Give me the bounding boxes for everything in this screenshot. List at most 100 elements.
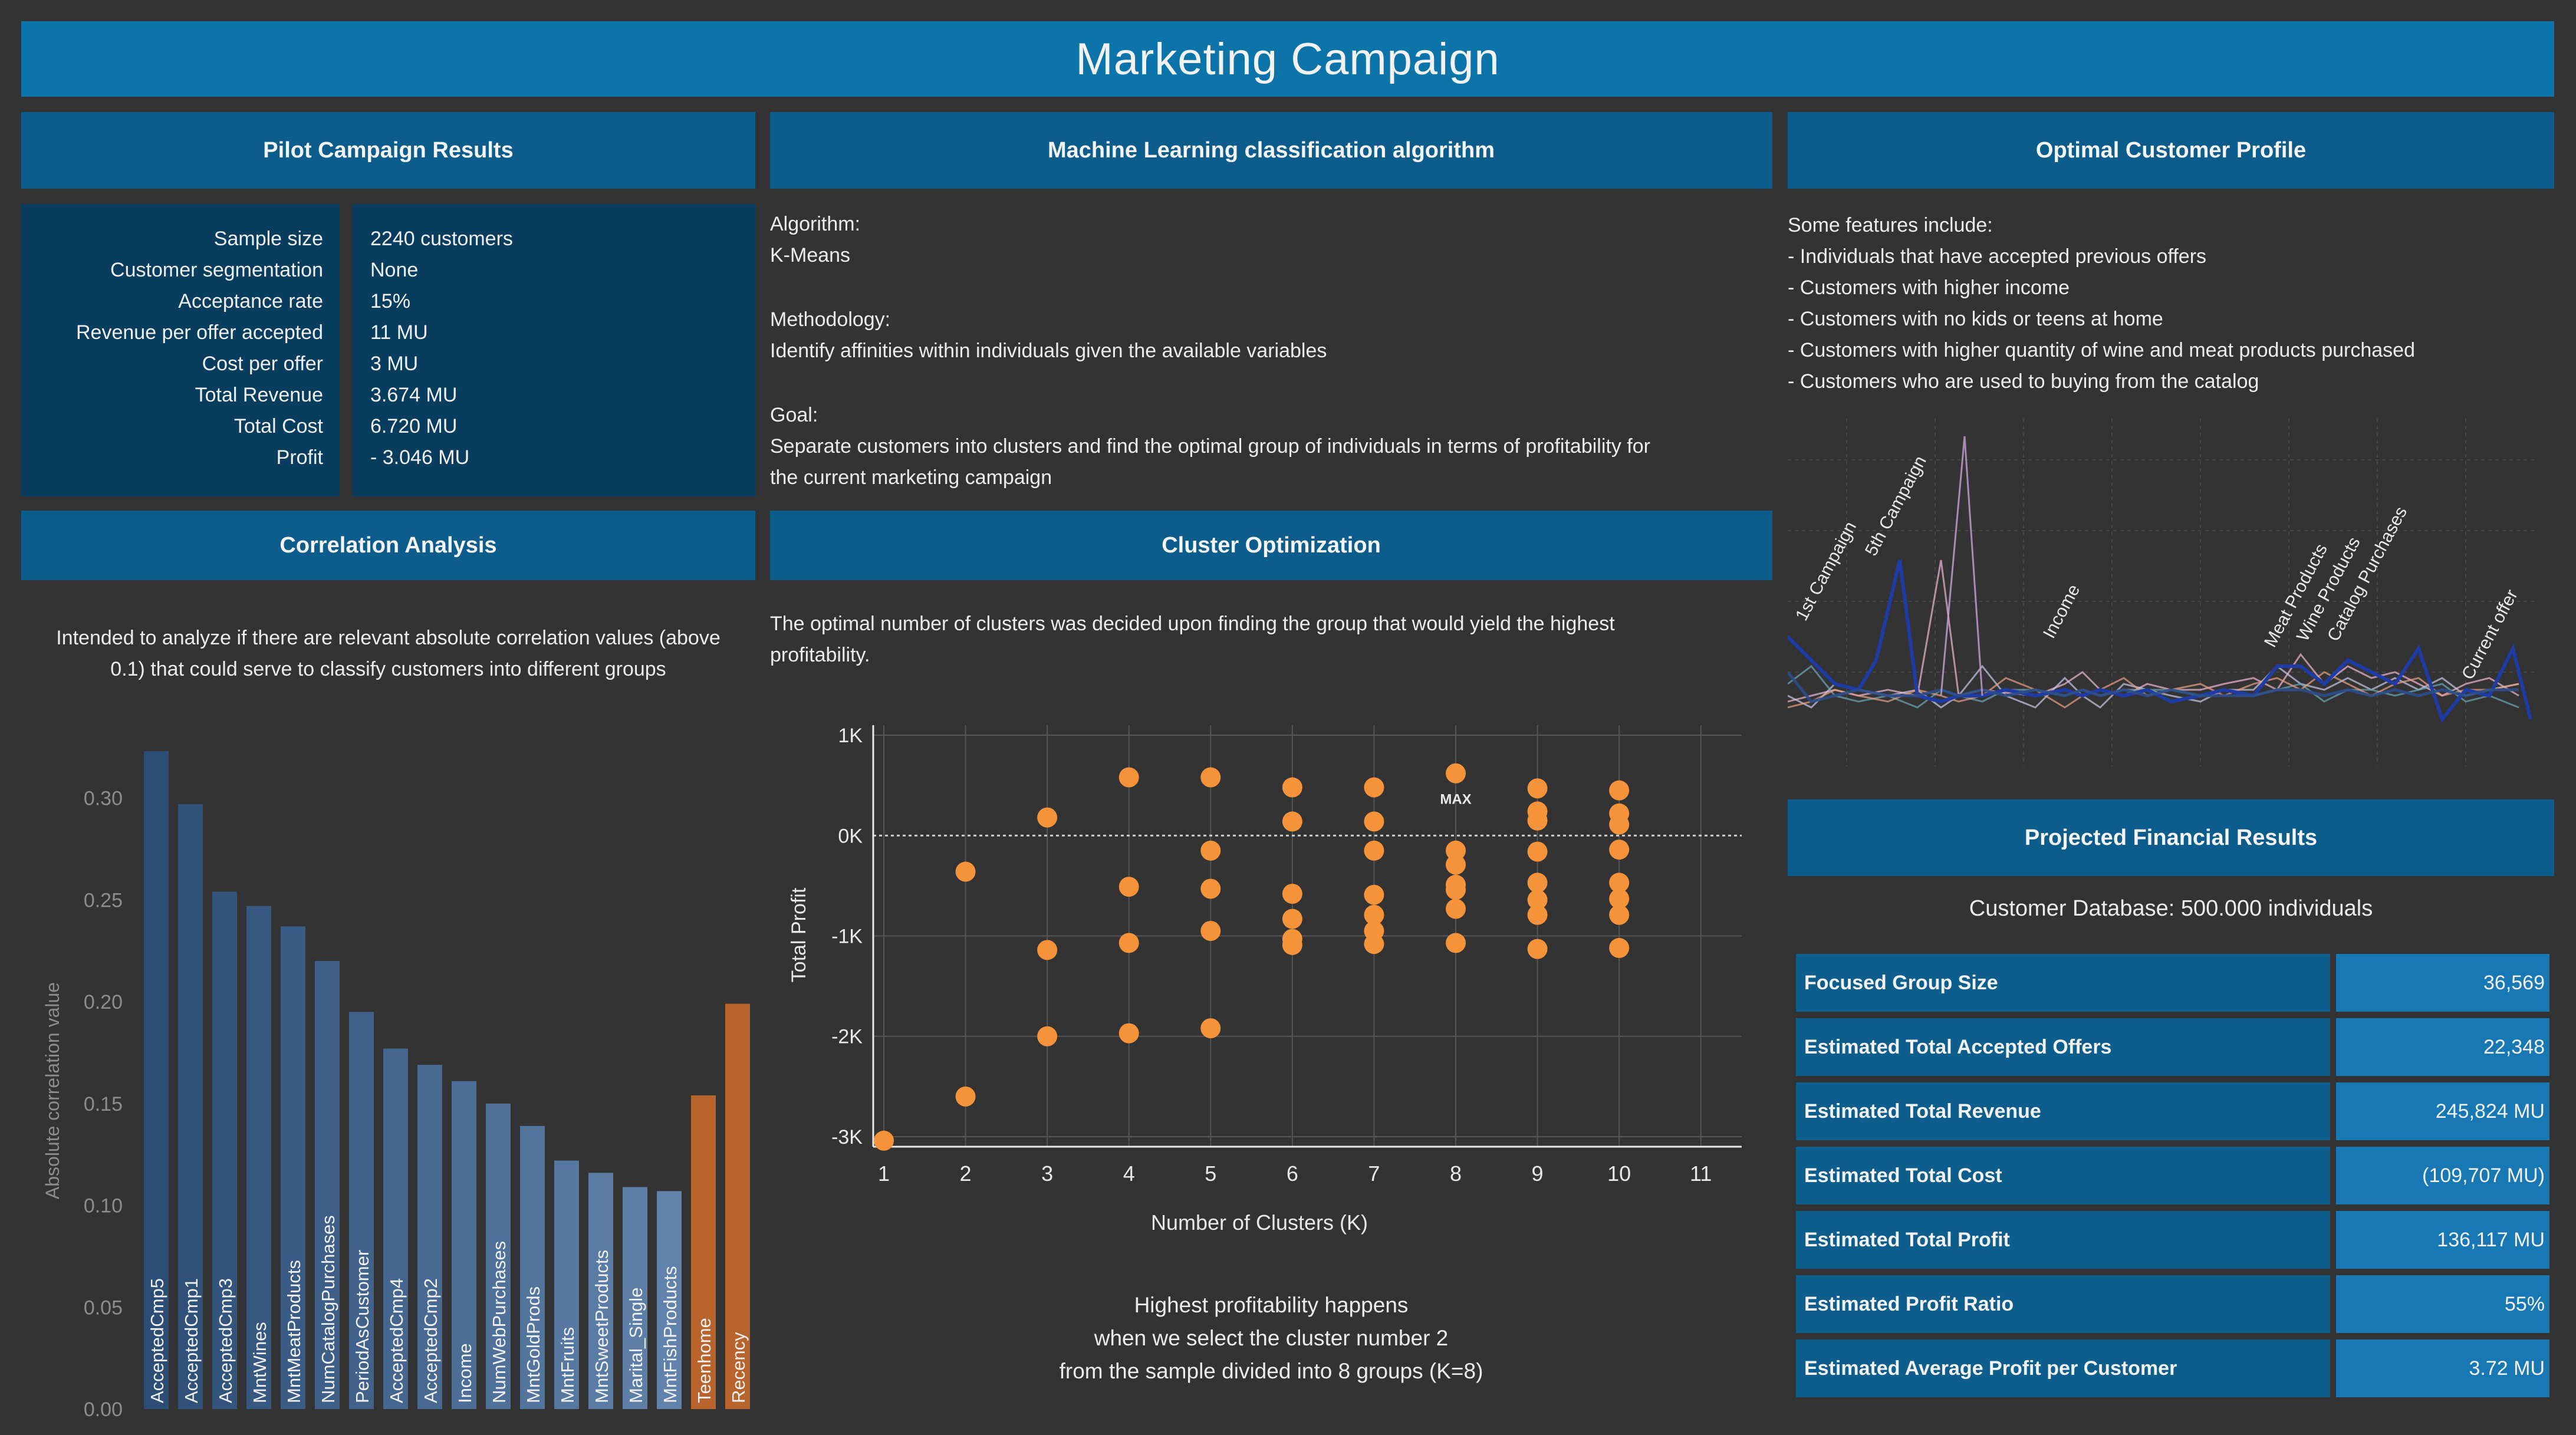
- fin-label: Focused Group Size: [1796, 954, 2330, 1012]
- scatter-point: [1118, 877, 1139, 897]
- scatter-xtick: 4: [1123, 1161, 1135, 1186]
- bar-label: MntMeatProducts: [284, 1260, 304, 1403]
- max-annotation: MAX: [1440, 792, 1471, 808]
- bar-label: AcceptedCmp4: [386, 1278, 407, 1403]
- correlation-line-2: 0.1) that could serve to classify custom…: [110, 658, 666, 680]
- financial-header: Projected Financial Results: [1788, 799, 2554, 876]
- dashboard-title: Marketing Campaign: [1075, 34, 1500, 84]
- bar-label: Recency: [728, 1332, 749, 1403]
- correlation-header: Correlation Analysis: [21, 511, 755, 580]
- scatter-point: [1446, 880, 1466, 900]
- scatter-point: [1037, 940, 1058, 960]
- correlation-bar-chart: 0.00 0.05 0.10 0.15 0.20 0.25 0.30 AcceptedCmp…: [42, 751, 750, 1421]
- scatter-point: [1200, 1018, 1221, 1039]
- goal-line-2: the current marketing campaign: [770, 466, 1052, 489]
- scatter-point: [955, 1086, 976, 1107]
- bar-ytick: 0.15: [84, 1093, 123, 1115]
- customer-database: Customer Database: 500.000 individuals: [1969, 896, 2373, 921]
- scatter-point: [1282, 777, 1302, 798]
- profile-feature: - Individuals that have accepted previou…: [1788, 245, 2207, 268]
- fin-label: Estimated Total Accepted Offers: [1796, 1018, 2330, 1076]
- goal-line-1: Separate customers into clusters and fin…: [770, 435, 1650, 458]
- pilot-labels-panel: Sample size Customer segmentation Accept…: [21, 204, 340, 496]
- scatter-xtick: 8: [1450, 1161, 1462, 1186]
- fin-label: Estimated Profit Ratio: [1796, 1275, 2330, 1333]
- pilot-value: 11 MU: [370, 321, 428, 344]
- cluster-header-title: Cluster Optimization: [1162, 532, 1381, 558]
- pilot-value: 6.720 MU: [370, 415, 458, 437]
- scatter-point: [1609, 814, 1630, 835]
- profile-intro: Some features include:: [1788, 214, 1993, 236]
- pilot-header: Pilot Campaign Results: [21, 112, 755, 189]
- scatter-point: [1609, 937, 1630, 958]
- bar-label: AcceptedCmp1: [181, 1278, 202, 1403]
- scatter-point: [1364, 884, 1384, 905]
- scatter-point: [1446, 854, 1466, 875]
- scatter-point: [1364, 934, 1384, 955]
- bar-ytick: 0.05: [84, 1296, 123, 1319]
- bar-label: Marital_Single: [626, 1288, 646, 1403]
- fin-value: 22,348: [2336, 1018, 2549, 1076]
- scatter-point: [1527, 939, 1548, 959]
- scatter-point: [1037, 1026, 1058, 1046]
- scatter-point: [874, 1130, 894, 1151]
- cluster-note-line-2: when we select the cluster number 2: [1094, 1326, 1449, 1350]
- profile-label-income: Income: [2039, 581, 2084, 641]
- scatter-point: [1609, 840, 1630, 860]
- scatter-xtick: 6: [1287, 1161, 1298, 1186]
- bar-label: PeriodAsCustomer: [352, 1250, 373, 1403]
- pilot-values-panel: 2240 customers None 15% 11 MU 3 MU 3.674…: [353, 204, 755, 496]
- scatter-point: [1118, 933, 1139, 953]
- scatter-point: [1118, 1023, 1139, 1044]
- cluster-description: The optimal number of clusters was decid…: [770, 608, 1772, 671]
- pilot-value: - 3.046 MU: [370, 446, 470, 469]
- correlation-description: Intended to analyze if there are relevan…: [21, 623, 755, 685]
- scatter-point: [1282, 934, 1302, 955]
- dashboard-title-bar: Marketing Campaign: [21, 21, 2554, 97]
- methodology-value: Identify affinities within individuals g…: [770, 340, 1327, 362]
- cluster-note: Highest profitability happens when we se…: [770, 1289, 1772, 1388]
- profile-feature: - Customers with no kids or teens at hom…: [1788, 308, 2163, 330]
- scatter-point: [1200, 920, 1221, 941]
- scatter-point: [1527, 778, 1548, 799]
- scatter-xtick: 9: [1532, 1161, 1544, 1186]
- pilot-value: 3 MU: [370, 353, 419, 375]
- profile-line-spike: [1940, 436, 1983, 696]
- scatter-point: [1527, 873, 1548, 893]
- cluster-scatter-chart: 1K0K-1K-2K-3K1 2 3 4 5 6 7 8 9 10 11 Total Profit …: [788, 725, 1742, 1235]
- fin-value: 55%: [2336, 1275, 2549, 1333]
- profile-feature: - Customers with higher income: [1788, 277, 2070, 299]
- profile-line-chart: 1st Campaign 5th Campaign Income Meat Pr…: [1788, 419, 2536, 766]
- scatter-point: [1200, 878, 1221, 899]
- scatter-ytick: 0K: [838, 825, 863, 847]
- scatter-xtick: 5: [1205, 1161, 1216, 1186]
- algorithm-label: Algorithm:: [770, 213, 861, 235]
- financial-header-title: Projected Financial Results: [2024, 825, 2318, 850]
- methodology-label: Methodology:: [770, 308, 891, 331]
- profile-label-5th-campaign: 5th Campaign: [1861, 453, 1930, 559]
- ml-header: Machine Learning classification algorith…: [770, 112, 1772, 189]
- goal-label: Goal:: [770, 404, 818, 426]
- scatter-xtick: 11: [1690, 1161, 1712, 1186]
- pilot-label: Sample size: [213, 228, 323, 250]
- scatter-point: [1609, 780, 1630, 801]
- correlation-header-title: Correlation Analysis: [279, 532, 497, 558]
- scatter-point: [1609, 904, 1630, 925]
- bar-ytick: 0.10: [84, 1195, 123, 1217]
- fin-label: Estimated Total Cost: [1796, 1147, 2330, 1204]
- scatter-point: [1446, 933, 1466, 953]
- fin-value: 3.72 MU: [2336, 1339, 2549, 1397]
- algorithm-value: K-Means: [770, 244, 851, 266]
- bar-chart-bars: AcceptedCmp5 AcceptedCmp1 AcceptedCmp3 MntW…: [144, 751, 750, 1409]
- scatter-xtick: 3: [1041, 1161, 1053, 1186]
- scatter-point: [1037, 807, 1058, 828]
- bar-label: MntWines: [249, 1322, 270, 1403]
- bar-ytick: 0.20: [84, 991, 123, 1013]
- cluster-header: Cluster Optimization: [770, 511, 1772, 580]
- correlation-line-1: Intended to analyze if there are relevan…: [56, 627, 721, 649]
- bar-label: MntSweetProducts: [591, 1250, 612, 1403]
- scatter-xtick: 7: [1368, 1161, 1380, 1186]
- scatter-point: [1282, 909, 1302, 929]
- scatter-point: [1118, 767, 1139, 788]
- scatter-points: [874, 763, 1630, 1151]
